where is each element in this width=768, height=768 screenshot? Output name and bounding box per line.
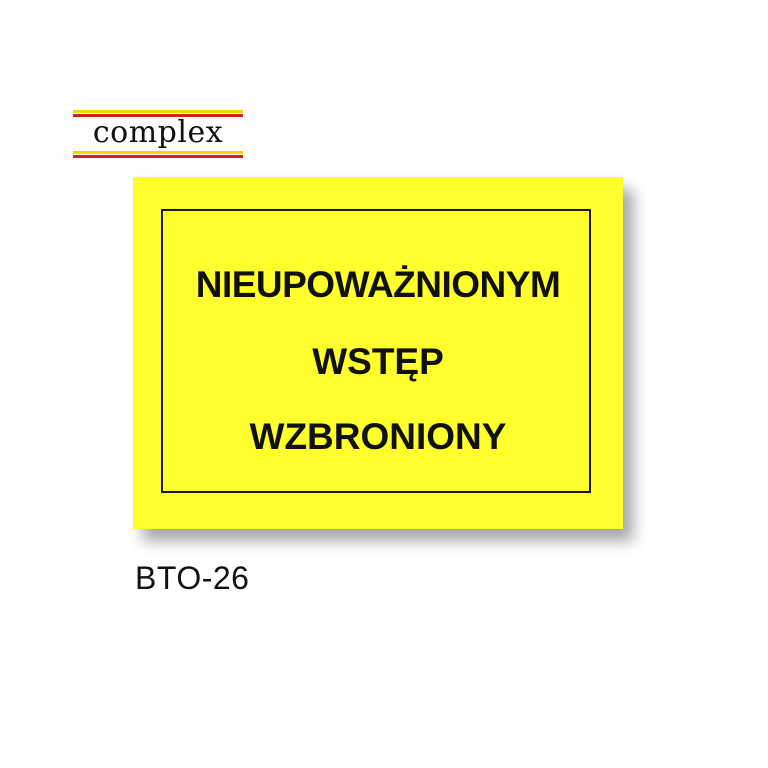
warning-sign: NIEUPOWAŻNIONYM WSTĘP WZBRONIONY	[133, 177, 623, 529]
logo-stripe-yellow-bottom	[73, 151, 243, 154]
complex-logo: complex	[73, 110, 243, 158]
sign-line-3: WZBRONIONY	[249, 416, 507, 457]
logo-stripe-yellow-top	[73, 110, 243, 113]
logo-stripe-red-bottom	[73, 155, 243, 158]
sign-line-2: WSTĘP	[312, 341, 444, 382]
sign-line-1: NIEUPOWAŻNIONYM	[195, 264, 561, 305]
product-code: BTO-26	[135, 560, 250, 596]
logo-text: complex	[92, 115, 224, 150]
